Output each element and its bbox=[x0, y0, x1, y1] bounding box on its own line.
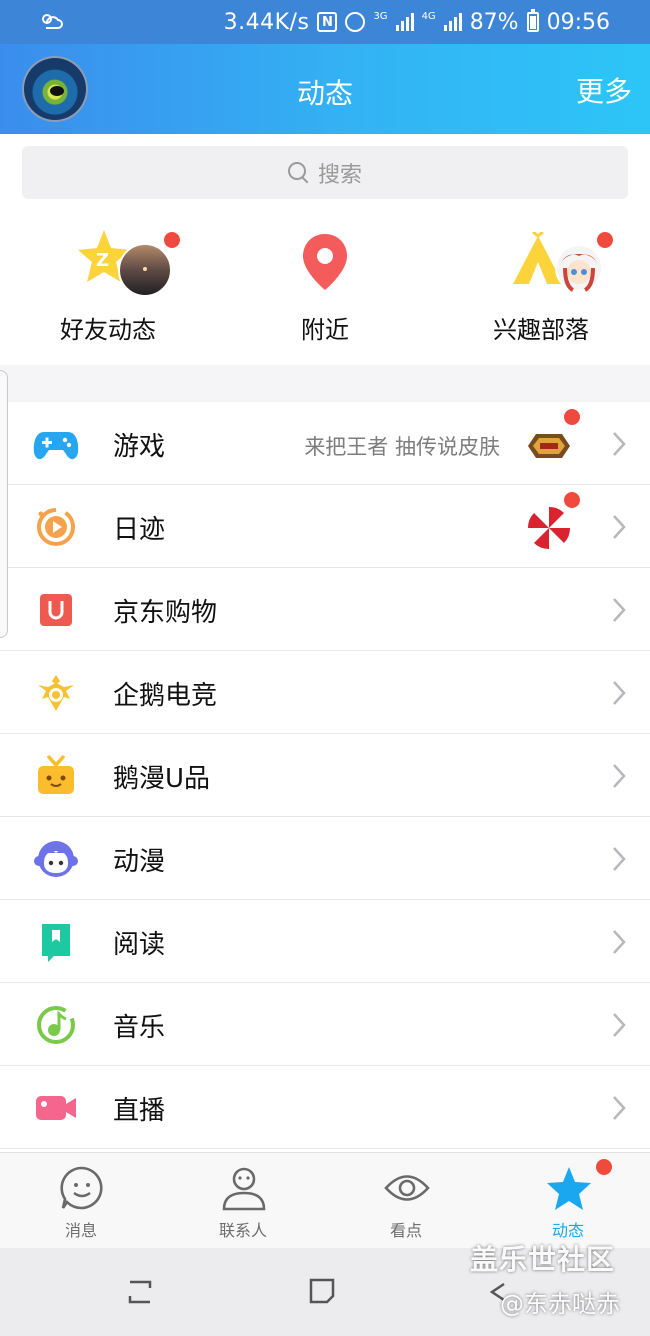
anime-character-icon bbox=[34, 841, 78, 877]
section-divider bbox=[0, 365, 650, 402]
contact-person-icon bbox=[222, 1167, 266, 1211]
clock: 09:56 bbox=[546, 9, 610, 35]
home-icon[interactable] bbox=[307, 1276, 337, 1306]
gift-box-icon bbox=[38, 754, 74, 794]
tab-watch[interactable]: 看点 bbox=[346, 1161, 466, 1247]
weather-icon bbox=[42, 14, 63, 29]
friends-feed-label: 好友动态 bbox=[60, 316, 156, 344]
notification-dot bbox=[564, 409, 580, 425]
tab-feed[interactable]: 动态 bbox=[508, 1159, 628, 1247]
tab-label: 联系人 bbox=[218, 1221, 267, 1240]
list-item-anime[interactable]: 动漫 bbox=[0, 817, 650, 900]
list-item-label: 游戏 bbox=[113, 432, 166, 462]
notification-dot bbox=[564, 492, 580, 508]
jd-shopping-icon bbox=[40, 594, 72, 626]
friend-avatar-icon bbox=[118, 243, 172, 297]
music-note-icon bbox=[37, 1006, 75, 1044]
video-camera-icon bbox=[36, 1096, 76, 1120]
list-item-game[interactable]: 游戏 来把王者 抽传说皮肤 bbox=[0, 402, 650, 485]
tab-label: 看点 bbox=[389, 1221, 422, 1240]
alarm-icon bbox=[345, 12, 366, 32]
game-promo-text: 来把王者 抽传说皮肤 bbox=[304, 435, 500, 459]
diary-play-icon bbox=[37, 508, 75, 546]
network-type-3g: 3G bbox=[373, 11, 388, 22]
list-item-diary[interactable]: 日迹 bbox=[0, 485, 650, 568]
watermark-author: @东赤哒赤 bbox=[500, 1290, 620, 1318]
tab-contacts[interactable]: 联系人 bbox=[183, 1161, 303, 1247]
nearby-entry[interactable]: 附近 bbox=[225, 210, 425, 360]
location-pin-icon bbox=[303, 234, 347, 290]
notification-dot bbox=[597, 232, 613, 248]
list-item-label: 日迹 bbox=[113, 515, 166, 545]
nfc-icon: N bbox=[317, 12, 338, 32]
gamepad-icon bbox=[33, 432, 79, 460]
chevron-right-icon bbox=[613, 598, 626, 622]
list-item-esports[interactable]: 企鹅电竞 bbox=[0, 651, 650, 734]
chevron-right-icon bbox=[613, 930, 626, 954]
service-list: 游戏 来把王者 抽传说皮肤 日迹 京东购物 企鹅电竞 鹅漫U品 动漫 阅读 音乐… bbox=[0, 402, 650, 1149]
eye-icon bbox=[384, 1175, 430, 1201]
list-item-u-product[interactable]: 鹅漫U品 bbox=[0, 734, 650, 817]
list-item-label: 京东购物 bbox=[113, 598, 218, 628]
list-item-label: 音乐 bbox=[113, 1013, 166, 1043]
book-icon bbox=[42, 924, 70, 962]
list-item-label: 动漫 bbox=[113, 847, 166, 877]
chevron-right-icon bbox=[613, 515, 626, 539]
umbrella-logo-icon bbox=[527, 506, 571, 550]
search-icon bbox=[287, 161, 310, 184]
notification-dot bbox=[164, 232, 180, 248]
list-item-live[interactable]: 直播 bbox=[0, 1066, 650, 1149]
nearby-label: 附近 bbox=[301, 316, 349, 344]
bottom-tab-bar: 消息 联系人 看点 动态 bbox=[0, 1152, 650, 1248]
status-bar: 3.44K/s N 3G 4G 87% 09:56 bbox=[0, 0, 650, 44]
search-input[interactable]: 搜索 bbox=[22, 146, 628, 199]
battery-icon bbox=[526, 9, 539, 32]
signal-icon bbox=[443, 13, 462, 31]
search-placeholder: 搜索 bbox=[317, 162, 362, 188]
chat-smile-icon bbox=[60, 1166, 103, 1210]
signal-icon bbox=[395, 13, 414, 31]
quick-entries: Z 好友动态 附近 兴趣部落 bbox=[0, 210, 650, 365]
list-item-jd-shopping[interactable]: 京东购物 bbox=[0, 568, 650, 651]
list-item-label: 鹅漫U品 bbox=[113, 764, 211, 794]
chevron-right-icon bbox=[613, 681, 626, 705]
battery-percent: 87% bbox=[469, 9, 519, 35]
list-item-reading[interactable]: 阅读 bbox=[0, 900, 650, 983]
interest-tribe-label: 兴趣部落 bbox=[493, 316, 589, 344]
chevron-right-icon bbox=[613, 1013, 626, 1037]
network-speed: 3.44K/s bbox=[223, 9, 310, 35]
edge-panel-handle[interactable] bbox=[0, 370, 8, 638]
watermark-title: 盖乐世社区 bbox=[470, 1243, 616, 1276]
star-icon bbox=[547, 1167, 591, 1210]
network-type-4g: 4G bbox=[421, 11, 436, 22]
app-header: 动态 更多 bbox=[0, 44, 650, 134]
interest-tribe-entry[interactable]: 兴趣部落 bbox=[441, 210, 641, 360]
honor-of-kings-icon bbox=[528, 434, 570, 458]
chevron-right-icon bbox=[613, 1096, 626, 1120]
friends-feed-entry[interactable]: Z 好友动态 bbox=[8, 210, 208, 360]
chevron-right-icon bbox=[613, 432, 626, 456]
chevron-right-icon bbox=[613, 847, 626, 871]
list-item-label: 企鹅电竞 bbox=[113, 681, 218, 711]
svg-text:Z: Z bbox=[96, 250, 109, 271]
recent-apps-icon[interactable] bbox=[124, 1278, 156, 1306]
list-item-label: 直播 bbox=[113, 1096, 166, 1126]
notification-dot bbox=[596, 1159, 612, 1175]
penguin-esports-icon bbox=[38, 675, 74, 711]
page-title: 动态 bbox=[296, 77, 353, 110]
tribe-avatar-icon bbox=[555, 244, 603, 292]
list-item-label: 阅读 bbox=[113, 930, 166, 960]
more-button[interactable]: 更多 bbox=[576, 70, 632, 110]
tab-messages[interactable]: 消息 bbox=[21, 1161, 141, 1247]
list-item-music[interactable]: 音乐 bbox=[0, 983, 650, 1066]
chevron-right-icon bbox=[613, 764, 626, 788]
tab-label: 消息 bbox=[64, 1221, 97, 1240]
